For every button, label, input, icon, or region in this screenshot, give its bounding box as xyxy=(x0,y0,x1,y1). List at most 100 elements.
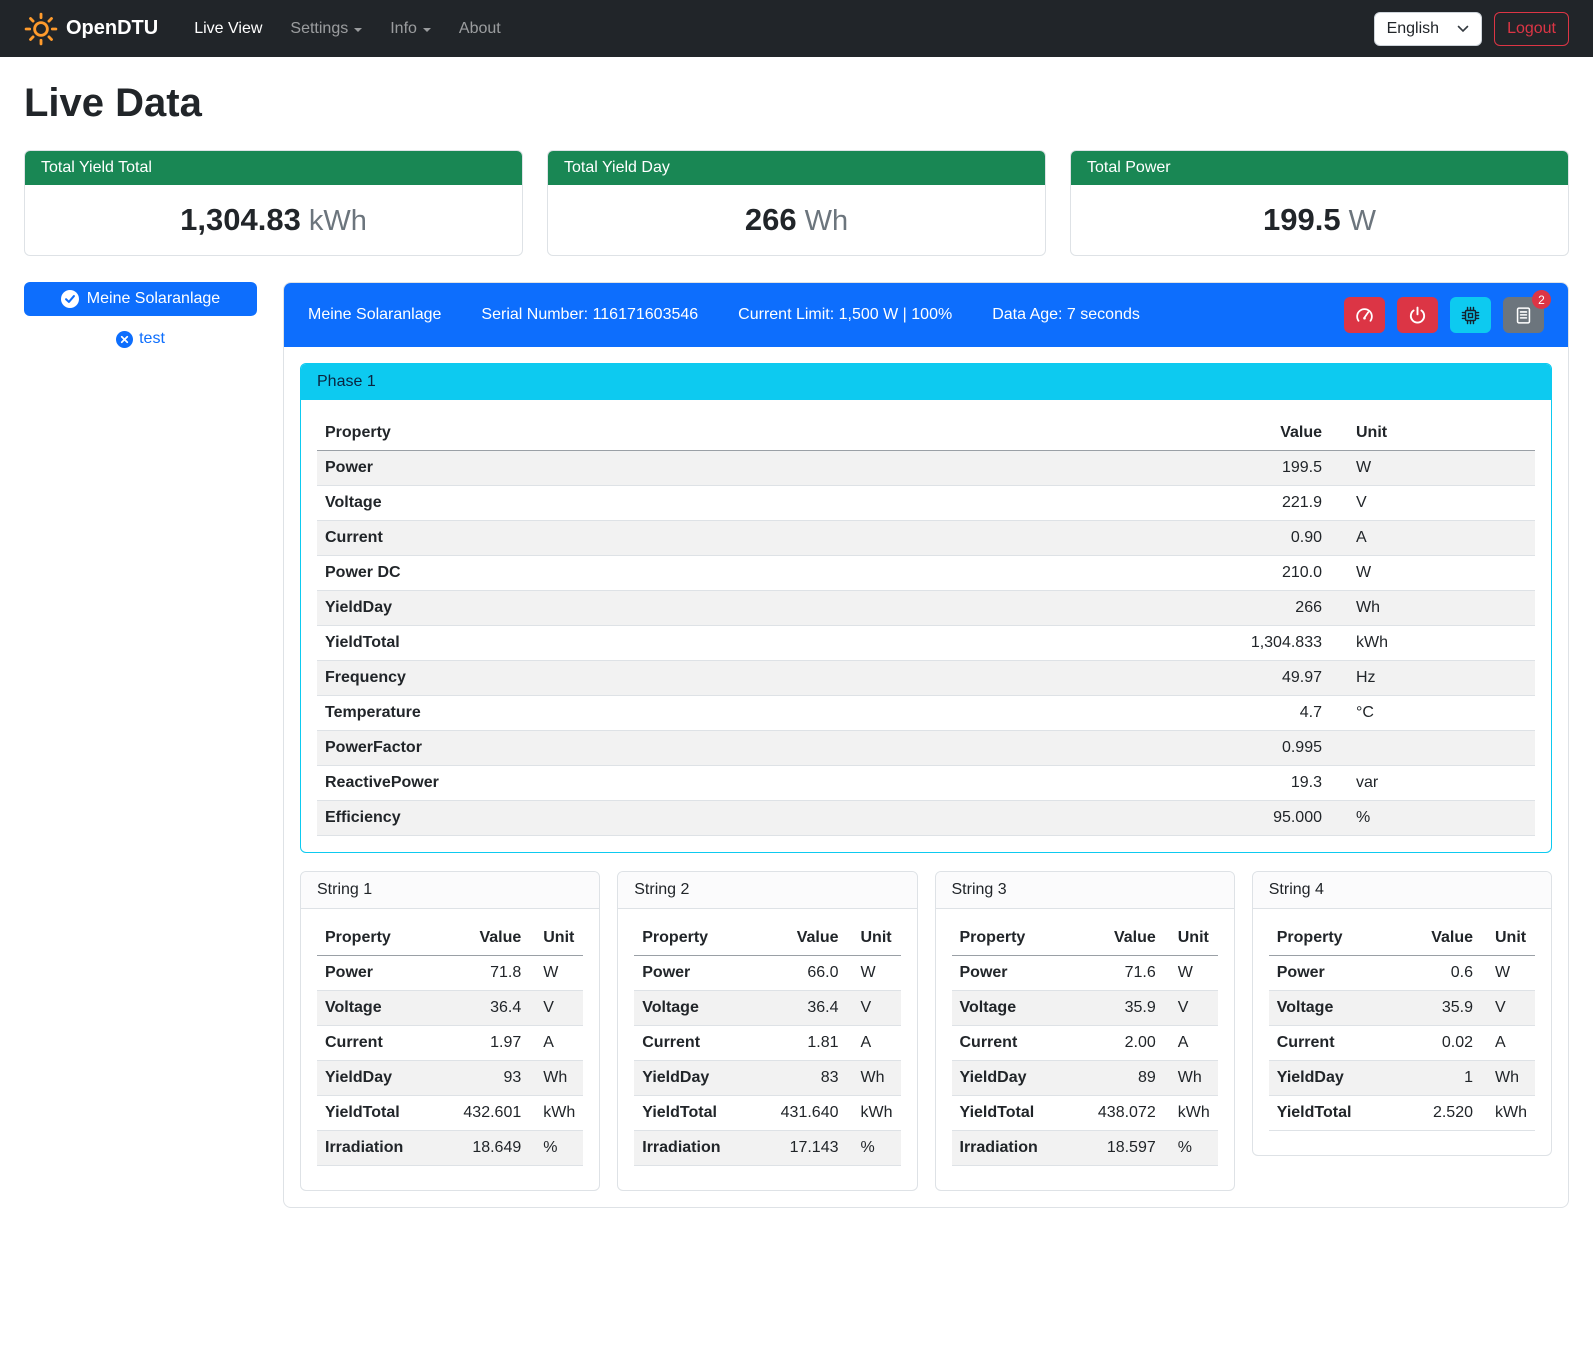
limit-settings-button[interactable] xyxy=(1344,297,1385,333)
property-cell: Current xyxy=(1269,1026,1407,1061)
unit-cell: V xyxy=(847,991,901,1026)
brand-label: OpenDTU xyxy=(66,17,158,40)
property-cell: YieldDay xyxy=(952,1061,1090,1096)
value-cell: 71.6 xyxy=(1090,956,1164,991)
language-select[interactable]: English xyxy=(1374,12,1482,46)
nav-item-info[interactable]: Info xyxy=(378,12,443,46)
table-row: YieldDay83Wh xyxy=(634,1061,900,1096)
table-row: Irradiation18.649% xyxy=(317,1131,583,1166)
property-cell: Current xyxy=(952,1026,1090,1061)
value-cell: 221.9 xyxy=(1210,486,1330,521)
table-row: Current0.90A xyxy=(317,521,1535,556)
sidebar-item-meine-solaranlage[interactable]: Meine Solaranlage xyxy=(24,282,257,316)
property-cell: ReactivePower xyxy=(317,766,1210,801)
string-2-card: String 2 Property Value Unit xyxy=(617,871,917,1191)
device-info-button[interactable] xyxy=(1450,297,1491,333)
value-cell: 95.000 xyxy=(1210,801,1330,836)
sidebar-item-test[interactable]: test xyxy=(24,330,257,348)
unit-cell: % xyxy=(847,1131,901,1166)
phase-table: Property Value Unit Power199.5WVoltage22… xyxy=(317,416,1535,836)
x-circle-icon xyxy=(116,331,133,348)
string-table: Property Value Unit Power66.0WVoltage36.… xyxy=(634,921,900,1166)
value-cell: 1,304.833 xyxy=(1210,626,1330,661)
property-cell: Irradiation xyxy=(317,1131,455,1166)
gauge-icon xyxy=(1355,306,1374,325)
property-cell: YieldTotal xyxy=(317,626,1210,661)
value-cell: 49.97 xyxy=(1210,661,1330,696)
card-title: Total Yield Day xyxy=(548,151,1045,185)
table-row: Voltage35.9V xyxy=(952,991,1218,1026)
card-body: 266Wh xyxy=(548,185,1045,255)
chevron-down-icon xyxy=(423,28,431,32)
table-row: Power66.0W xyxy=(634,956,900,991)
total-yield-total-card: Total Yield Total 1,304.83kWh xyxy=(24,150,523,256)
inverter-sidebar: Meine Solaranlage test xyxy=(24,282,257,348)
logout-button[interactable]: Logout xyxy=(1494,12,1569,46)
unit-cell: Wh xyxy=(1330,591,1535,626)
nav-item-label: Settings xyxy=(290,20,348,38)
chevron-down-icon xyxy=(1457,25,1469,33)
nav-item-live-view[interactable]: Live View xyxy=(182,12,274,46)
string-card-title: String 2 xyxy=(618,872,916,909)
table-row: Power199.5W xyxy=(317,451,1535,486)
nav-item-label: Info xyxy=(390,20,417,38)
event-count-badge: 2 xyxy=(1532,290,1551,309)
value-cell: 1 xyxy=(1407,1061,1481,1096)
power-button[interactable] xyxy=(1397,297,1438,333)
property-cell: YieldDay xyxy=(317,1061,455,1096)
phase-card-body: Property Value Unit Power199.5WVoltage22… xyxy=(301,400,1551,852)
summary-cards-row: Total Yield Total 1,304.83kWh Total Yiel… xyxy=(24,150,1569,256)
column-value: Value xyxy=(773,921,847,956)
table-row: Power DC210.0W xyxy=(317,556,1535,591)
column-unit: Unit xyxy=(529,921,583,956)
unit-cell: A xyxy=(1164,1026,1218,1061)
string-4-card: String 4 Property Value Unit xyxy=(1252,871,1552,1156)
unit-cell: W xyxy=(1330,556,1535,591)
unit-cell: °C xyxy=(1330,696,1535,731)
inverter-card: Meine Solaranlage Serial Number: 1161716… xyxy=(283,282,1569,1208)
property-cell: Power xyxy=(952,956,1090,991)
table-row: Voltage36.4V xyxy=(634,991,900,1026)
value-cell: 266 xyxy=(1210,591,1330,626)
table-header-row: Property Value Unit xyxy=(317,921,583,956)
inverter-card-body: Phase 1 Property Value Unit Power199.5WV… xyxy=(284,347,1568,1207)
table-row: Efficiency95.000% xyxy=(317,801,1535,836)
nav-item-about[interactable]: About xyxy=(447,12,513,46)
string-table: Property Value Unit Power71.8WVoltage36.… xyxy=(317,921,583,1166)
string-table-body: Power71.8WVoltage36.4VCurrent1.97AYieldD… xyxy=(317,956,583,1166)
nav-item-settings[interactable]: Settings xyxy=(278,12,374,46)
unit-cell: kWh xyxy=(1330,626,1535,661)
table-row: YieldDay89Wh xyxy=(952,1061,1218,1096)
value-cell: 199.5 xyxy=(1210,451,1330,486)
event-log-button[interactable]: 2 xyxy=(1503,297,1544,333)
unit-cell: var xyxy=(1330,766,1535,801)
table-row: Voltage221.9V xyxy=(317,486,1535,521)
brand[interactable]: OpenDTU xyxy=(24,12,158,46)
property-cell: Power xyxy=(634,956,772,991)
total-power-card: Total Power 199.5W xyxy=(1070,150,1569,256)
table-row: YieldDay266Wh xyxy=(317,591,1535,626)
value-cell: 17.143 xyxy=(773,1131,847,1166)
property-cell: Voltage xyxy=(952,991,1090,1026)
unit-cell: kWh xyxy=(847,1096,901,1131)
value-cell: 18.649 xyxy=(455,1131,529,1166)
value-cell: 35.9 xyxy=(1090,991,1164,1026)
table-header-row: Property Value Unit xyxy=(1269,921,1535,956)
nav-item-label: Live View xyxy=(194,20,262,38)
string-card-title: String 1 xyxy=(301,872,599,909)
unit-cell: kWh xyxy=(529,1096,583,1131)
unit-cell: V xyxy=(1481,991,1535,1026)
unit-cell: A xyxy=(529,1026,583,1061)
card-value: 199.5 xyxy=(1263,202,1341,237)
property-cell: YieldTotal xyxy=(1269,1096,1407,1131)
card-unit: W xyxy=(1349,205,1376,237)
string-card-body: Property Value Unit Power71.6WVoltage35.… xyxy=(936,909,1234,1190)
nav-links: Live View Settings Info About xyxy=(182,12,513,46)
value-cell: 0.90 xyxy=(1210,521,1330,556)
card-body: 199.5W xyxy=(1071,185,1568,255)
table-row: Frequency49.97Hz xyxy=(317,661,1535,696)
table-header-row: Property Value Unit xyxy=(952,921,1218,956)
card-value: 1,304.83 xyxy=(180,202,301,237)
string-table-body: Power0.6WVoltage35.9VCurrent0.02AYieldDa… xyxy=(1269,956,1535,1131)
power-icon xyxy=(1408,306,1427,325)
